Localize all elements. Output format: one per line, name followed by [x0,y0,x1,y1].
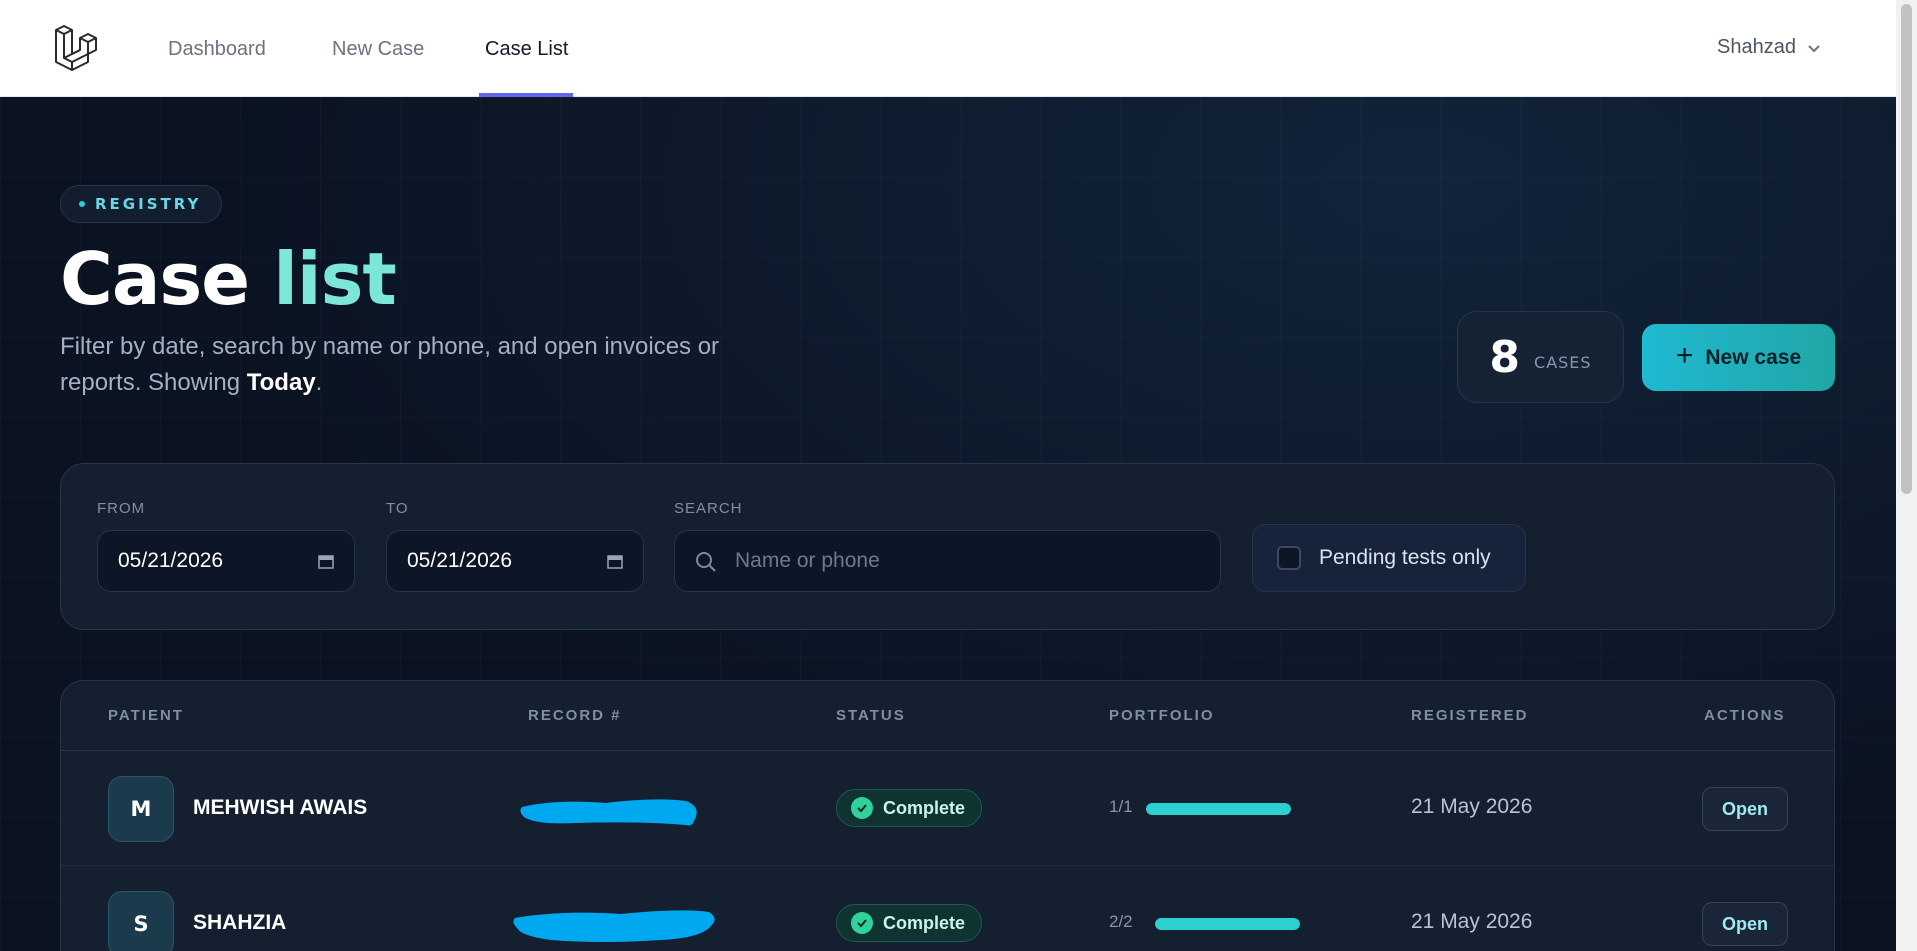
calendar-icon[interactable] [318,553,334,569]
page-title: Case list [60,237,397,321]
table-row[interactable]: S SHAHZIA Complete 2/2 21 May 2026 Open [61,866,1834,951]
to-date-value: 05/21/2026 [407,549,513,572]
page-subtitle: Filter by date, search by name or phone,… [60,329,780,401]
subtitle-range: Today [246,369,316,396]
pending-tests-toggle[interactable]: Pending tests only [1252,524,1526,592]
top-navigation: Dashboard New Case Case List Shahzad [0,0,1896,97]
registry-badge: REGISTRY [60,185,223,223]
patient-name: MEHWISH AWAIS [193,796,368,819]
from-label: FROM [97,500,146,517]
subtitle-text: Filter by date, search by name or phone,… [60,333,720,396]
new-case-button[interactable]: + New case [1642,324,1835,391]
page-title-accent: list [273,237,397,321]
case-count-card: 8 CASES [1457,311,1624,403]
from-date-input[interactable]: 05/21/2026 [97,530,355,592]
column-portfolio: PORTFOLIO [1109,707,1215,724]
open-button[interactable]: Open [1702,787,1788,831]
new-case-button-label: New case [1705,345,1802,369]
to-date-input[interactable]: 05/21/2026 [386,530,644,592]
registered-date: 21 May 2026 [1411,795,1533,818]
table-header: PATIENT RECORD # STATUS PORTFOLIO REGIST… [61,681,1834,751]
column-patient: PATIENT [108,707,184,724]
case-count-label: CASES [1534,352,1592,372]
user-menu[interactable]: Shahzad [1717,36,1822,59]
check-circle-icon [851,797,873,819]
search-label: SEARCH [674,500,743,517]
registry-badge-label: REGISTRY [95,195,202,213]
status-text: Complete [883,797,966,818]
page-title-main: Case [60,237,250,321]
portfolio-progress-fill [1146,803,1291,815]
cases-table: PATIENT RECORD # STATUS PORTFOLIO REGIST… [60,680,1835,951]
search-icon [696,552,716,572]
search-placeholder: Name or phone [735,549,880,572]
column-registered: REGISTERED [1411,707,1529,724]
filter-panel: FROM 05/21/2026 TO 05/21/2026 SEARCH Nam… [60,463,1835,630]
status-badge: Complete [836,904,983,942]
status-text: Complete [883,912,966,933]
main-content: REGISTRY Case list Filter by date, searc… [0,97,1896,951]
chevron-down-icon [1808,44,1820,52]
plus-icon: + [1675,338,1694,372]
redaction-mark [513,910,715,942]
registered-date: 21 May 2026 [1411,910,1533,933]
to-label: TO [386,500,409,517]
redaction-mark [520,799,697,826]
column-actions: ACTIONS [1704,707,1786,724]
calendar-icon[interactable] [607,553,623,569]
column-record: RECORD # [528,707,622,724]
subtitle-suffix: . [315,369,323,396]
laravel-logo-icon[interactable] [52,24,102,74]
nav-case-list[interactable]: Case List [485,38,568,61]
pending-checkbox[interactable] [1277,546,1301,570]
portfolio-count: 1/1 [1109,797,1133,816]
pending-label: Pending tests only [1319,546,1491,569]
nav-dashboard[interactable]: Dashboard [168,38,266,61]
nav-new-case[interactable]: New Case [332,38,424,61]
from-date-value: 05/21/2026 [118,549,224,572]
table-row[interactable]: M MEHWISH AWAIS Complete 1/1 21 May 2026… [61,751,1834,866]
check-circle-icon [851,912,873,934]
avatar: S [108,891,174,951]
portfolio-progress-fill [1155,918,1300,930]
column-status: STATUS [836,707,906,724]
user-name: Shahzad [1717,36,1796,58]
portfolio-count: 2/2 [1109,912,1133,931]
avatar: M [108,776,174,842]
status-badge: Complete [836,789,983,827]
dot-icon [79,201,85,207]
case-count: 8 [1489,331,1521,383]
open-button[interactable]: Open [1702,902,1788,946]
portfolio-progress [1155,918,1300,930]
patient-name: SHAHZIA [193,911,287,934]
scrollbar-thumb[interactable] [1901,4,1912,494]
page-scrollbar[interactable] [1896,0,1917,951]
portfolio-progress [1146,803,1291,815]
search-input[interactable]: Name or phone [674,530,1221,592]
